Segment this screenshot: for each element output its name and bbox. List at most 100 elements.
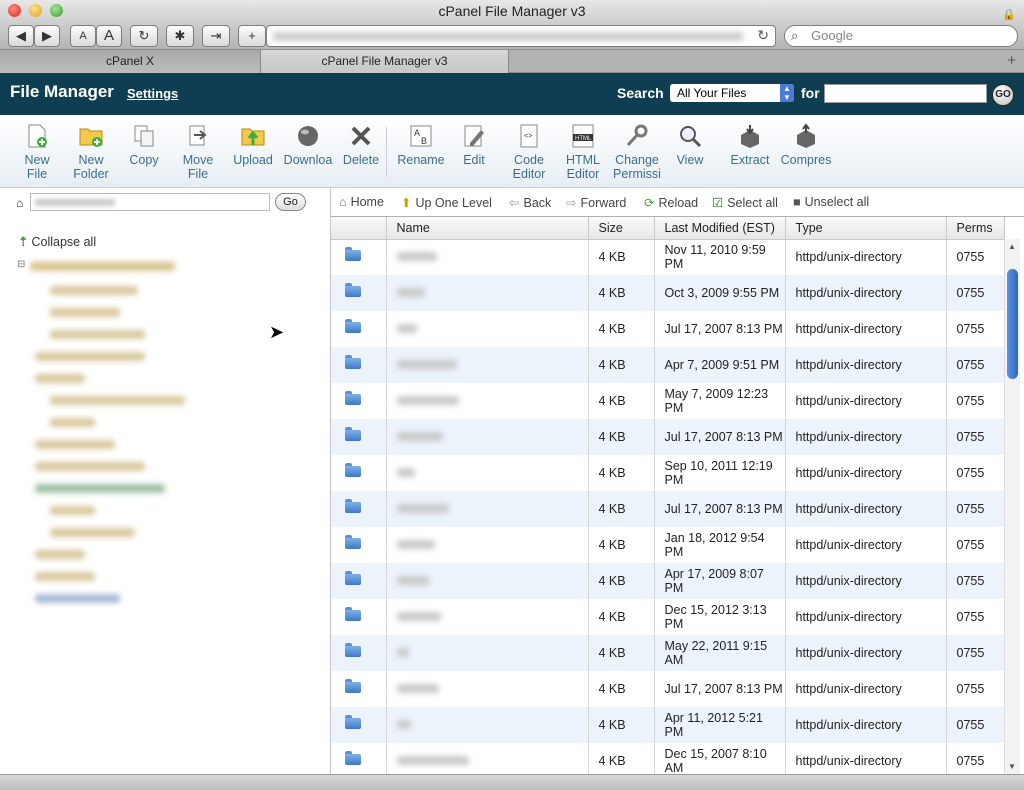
table-row[interactable]: 4 KB Apr 11, 2012 5:21 PM httpd/unix-direc… — [331, 707, 1005, 743]
file-name-cell[interactable] — [386, 563, 589, 599]
close-window-button[interactable] — [8, 4, 21, 17]
bug-icon[interactable]: ✱ — [166, 25, 194, 47]
tree-node[interactable] — [50, 528, 135, 537]
code-editor-button[interactable]: <> Code Editor — [501, 123, 557, 181]
search-scope-select[interactable]: All Your Files ▲ ▼ — [670, 84, 794, 102]
url-reload-icon[interactable]: ↻ — [757, 27, 769, 44]
tree-node-selected[interactable] — [35, 484, 165, 493]
up-one-level-button[interactable]: ⬆ Up One Level — [401, 195, 492, 210]
size-column-header[interactable]: Size — [588, 217, 655, 240]
path-input[interactable] — [30, 193, 270, 211]
scroll-up-icon[interactable]: ▲ — [1008, 242, 1016, 251]
tree-node[interactable] — [35, 352, 145, 361]
reload-icon[interactable]: ↻ — [130, 25, 158, 47]
tab-cpanel-x[interactable]: cPanel X — [0, 50, 261, 73]
name-column-header[interactable]: Name — [386, 217, 589, 240]
file-name-cell[interactable] — [386, 599, 589, 635]
tree-node[interactable] — [50, 330, 145, 339]
table-row[interactable]: 4 KB May 22, 2011 9:15 AM httpd/unix-direc… — [331, 635, 1005, 671]
modified-column-header[interactable]: Last Modified (EST) — [654, 217, 786, 240]
search-input[interactable] — [824, 84, 987, 103]
table-row[interactable]: 4 KB Oct 3, 2009 9:55 PM httpd/unix-direct… — [331, 275, 1005, 311]
path-go-button[interactable]: Go — [275, 193, 306, 211]
table-row[interactable]: 4 KB Jul 17, 2007 8:13 PM httpd/unix-direc… — [331, 491, 1005, 527]
file-name-cell[interactable] — [386, 635, 589, 671]
search-go-button[interactable]: GO — [991, 83, 1015, 107]
reload-nav-button[interactable]: ⟳ Reload — [644, 195, 698, 210]
back-nav-button[interactable]: ⇦ Back — [509, 195, 551, 210]
tree-node[interactable] — [50, 418, 95, 427]
home-nav-button[interactable]: ⌂ Home — [339, 195, 384, 209]
file-name-cell[interactable] — [386, 347, 589, 383]
file-name-cell[interactable] — [386, 419, 589, 455]
change-permissions-button[interactable]: Change Permissi — [609, 123, 665, 181]
file-name-cell[interactable] — [386, 311, 589, 347]
file-name-cell[interactable] — [386, 491, 589, 527]
table-row[interactable]: 4 KB Nov 11, 2010 9:59 PM httpd/unix-direc… — [331, 239, 1005, 275]
table-row[interactable]: 4 KB Apr 7, 2009 9:51 PM httpd/unix-direct… — [331, 347, 1005, 383]
table-row[interactable]: 4 KB Sep 10, 2011 12:19 PM httpd/unix-dire… — [331, 455, 1005, 491]
vertical-scrollbar[interactable]: ▲ ▼ — [1004, 239, 1020, 774]
new-file-button[interactable]: New File — [9, 123, 65, 181]
collapse-all-link[interactable]: ⇡ Collapse all — [18, 234, 96, 249]
download-button[interactable]: Downloa — [280, 123, 336, 167]
tree-node[interactable] — [50, 286, 138, 295]
settings-link[interactable]: Settings — [127, 86, 178, 101]
file-name-cell[interactable] — [386, 275, 589, 311]
file-name-cell[interactable] — [386, 455, 589, 491]
copy-button[interactable]: Copy — [116, 123, 172, 167]
scrollbar-thumb[interactable] — [1007, 269, 1018, 379]
add-bookmark-icon[interactable]: + — [238, 25, 266, 47]
extract-button[interactable]: Extract — [722, 123, 778, 167]
tab-file-manager[interactable]: cPanel File Manager v3 — [261, 50, 509, 73]
minimize-window-button[interactable] — [29, 4, 42, 17]
shrink-icon[interactable]: ⇥ — [202, 25, 230, 47]
home-icon[interactable]: ⌂ — [16, 196, 23, 210]
tree-node[interactable] — [30, 262, 175, 271]
file-name-cell[interactable] — [386, 707, 589, 743]
unselect-all-button[interactable]: ■ Unselect all — [793, 195, 869, 209]
file-name-cell[interactable] — [386, 527, 589, 563]
table-row[interactable]: 4 KB Jul 17, 2007 8:13 PM httpd/unix-direc… — [331, 419, 1005, 455]
tree-node[interactable] — [50, 308, 120, 317]
table-row[interactable]: 4 KB Jul 17, 2007 8:13 PM httpd/unix-direc… — [331, 311, 1005, 347]
edit-button[interactable]: Edit — [446, 123, 502, 167]
view-button[interactable]: View — [662, 123, 718, 167]
type-column-header[interactable]: Type — [785, 217, 947, 240]
file-name-cell[interactable] — [386, 671, 589, 707]
upload-button[interactable]: Upload — [225, 123, 281, 167]
tree-node[interactable] — [35, 374, 85, 383]
forward-nav-button[interactable]: ⇨ Forward — [566, 195, 626, 210]
tree-node[interactable] — [50, 396, 185, 405]
address-bar[interactable]: ↻ — [266, 25, 776, 47]
zoom-window-button[interactable] — [50, 4, 63, 17]
tree-node[interactable] — [50, 506, 95, 515]
compress-button[interactable]: Compres — [778, 123, 834, 167]
tree-node[interactable] — [35, 594, 120, 603]
table-row[interactable]: 4 KB Dec 15, 2007 8:10 AM httpd/unix-direc… — [331, 743, 1005, 774]
text-smaller-icon[interactable]: A — [70, 25, 96, 47]
delete-button[interactable]: Delete — [333, 123, 389, 167]
table-row[interactable]: 4 KB Apr 17, 2009 8:07 PM httpd/unix-direc… — [331, 563, 1005, 599]
back-arrow-icon[interactable]: ◀ — [8, 25, 34, 47]
table-row[interactable]: 4 KB May 7, 2009 12:23 PM httpd/unix-direc… — [331, 383, 1005, 419]
tree-node[interactable] — [35, 462, 145, 471]
file-name-cell[interactable] — [386, 743, 589, 774]
rename-button[interactable]: AB Rename — [393, 123, 449, 167]
new-tab-icon[interactable]: + — [1007, 52, 1016, 69]
tree-toggle-icon[interactable]: ⊟ — [17, 259, 25, 270]
file-name-cell[interactable] — [386, 383, 589, 419]
tree-node[interactable] — [35, 550, 85, 559]
table-row[interactable]: 4 KB Jan 18, 2012 9:54 PM httpd/unix-direc… — [331, 527, 1005, 563]
move-file-button[interactable]: Move File — [170, 123, 226, 181]
file-name-cell[interactable] — [386, 239, 589, 275]
forward-arrow-icon[interactable]: ▶ — [34, 25, 60, 47]
select-all-button[interactable]: ☑ Select all — [712, 195, 778, 210]
table-row[interactable]: 4 KB Dec 15, 2012 3:13 PM httpd/unix-direc… — [331, 599, 1005, 635]
tree-node[interactable] — [35, 440, 115, 449]
table-row[interactable]: 4 KB Jul 17, 2007 8:13 PM httpd/unix-direc… — [331, 671, 1005, 707]
html-editor-button[interactable]: HTML HTML Editor — [555, 123, 611, 181]
text-larger-icon[interactable]: A — [96, 25, 122, 47]
scroll-down-icon[interactable]: ▼ — [1008, 762, 1016, 771]
new-folder-button[interactable]: New Folder — [63, 123, 119, 181]
